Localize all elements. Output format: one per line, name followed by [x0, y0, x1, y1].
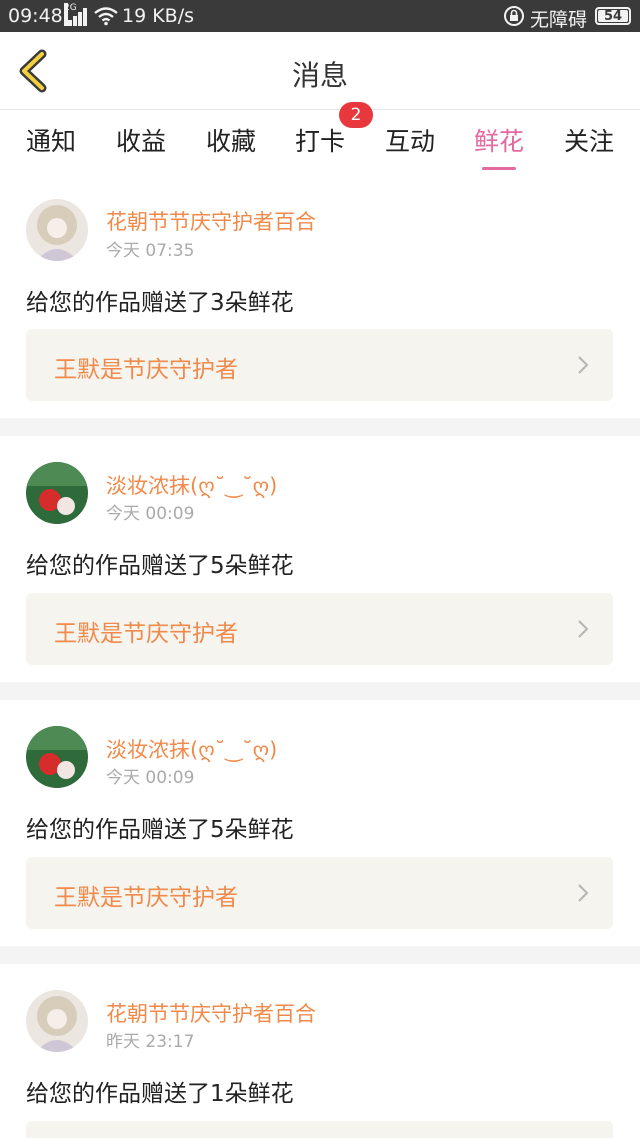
accessibility-label: 无障碍	[530, 9, 588, 31]
status-bar: 09:48 2G 19 KB/s 无障碍 54	[0, 0, 640, 32]
sender-name[interactable]: 淡妆浓抹(ღ˘‿˘ღ)	[106, 470, 277, 500]
message-text: 给您的作品赠送了5朵鲜花	[26, 817, 294, 843]
message-time: 今天 00:09	[106, 768, 195, 788]
wifi-icon	[94, 7, 118, 26]
tab-notifications[interactable]: 通知	[6, 122, 96, 158]
message-time: 今天 07:35	[106, 241, 195, 261]
message-text: 给您的作品赠送了5朵鲜花	[26, 553, 294, 579]
work-title: 王默是节庆守护者	[54, 885, 238, 911]
tab-flowers-label: 鲜花	[473, 127, 524, 156]
message-card: 花朝节节庆守护者百合 今天 07:35 给您的作品赠送了3朵鲜花 王默是节庆守护…	[0, 176, 640, 418]
message-text: 给您的作品赠送了1朵鲜花	[26, 1081, 294, 1107]
chevron-right-icon	[578, 356, 589, 374]
message-time: 昨天 23:17	[106, 1032, 195, 1052]
avatar[interactable]	[26, 199, 88, 261]
sender-name[interactable]: 花朝节节庆守护者百合	[106, 998, 316, 1028]
message-text: 给您的作品赠送了3朵鲜花	[26, 290, 294, 316]
tab-favorites[interactable]: 收藏	[186, 122, 276, 158]
chevron-right-icon	[578, 620, 589, 638]
card-divider	[0, 682, 640, 700]
work-link[interactable]: 王默是节庆守护者	[26, 329, 613, 401]
chevron-right-icon	[578, 884, 589, 902]
sender-name[interactable]: 淡妆浓抹(ღ˘‿˘ღ)	[106, 734, 277, 764]
tab-interaction[interactable]: 互动	[365, 122, 455, 158]
avatar[interactable]	[26, 990, 88, 1052]
card-divider	[0, 946, 640, 964]
tab-bar: 通知 收益 收藏 打卡 2 互动 鲜花 关注	[0, 102, 640, 176]
message-card: 淡妆浓抹(ღ˘‿˘ღ) 今天 00:09 给您的作品赠送了5朵鲜花 王默是节庆守…	[0, 436, 640, 682]
sender-name[interactable]: 花朝节节庆守护者百合	[106, 206, 316, 236]
work-link[interactable]: 王默是节庆守护者	[26, 857, 613, 929]
page-title: 消息	[291, 59, 348, 92]
card-divider	[0, 418, 640, 436]
avatar[interactable]	[26, 462, 88, 524]
work-title: 王默是节庆守护者	[54, 357, 238, 383]
avatar[interactable]	[26, 726, 88, 788]
work-link[interactable]	[26, 1121, 613, 1138]
rotation-lock-icon	[504, 6, 524, 26]
message-time: 今天 00:09	[106, 504, 195, 524]
app-header: 消息	[0, 32, 640, 110]
message-card: 淡妆浓抹(ღ˘‿˘ღ) 今天 00:09 给您的作品赠送了5朵鲜花 王默是节庆守…	[0, 700, 640, 946]
signal-icon: 2G	[64, 3, 88, 26]
network-speed: 19 KB/s	[122, 5, 195, 27]
work-title: 王默是节庆守护者	[54, 621, 238, 647]
message-card: 花朝节节庆守护者百合 昨天 23:17 给您的作品赠送了1朵鲜花	[0, 964, 640, 1138]
battery-level: 54	[598, 10, 628, 24]
tab-following[interactable]: 关注	[544, 122, 634, 158]
work-link[interactable]: 王默是节庆守护者	[26, 593, 613, 665]
active-tab-indicator	[482, 167, 516, 170]
battery-icon: 54	[595, 7, 631, 25]
status-time: 09:48	[8, 5, 63, 27]
tab-earnings[interactable]: 收益	[96, 122, 186, 158]
tab-flowers[interactable]: 鲜花	[454, 122, 544, 170]
